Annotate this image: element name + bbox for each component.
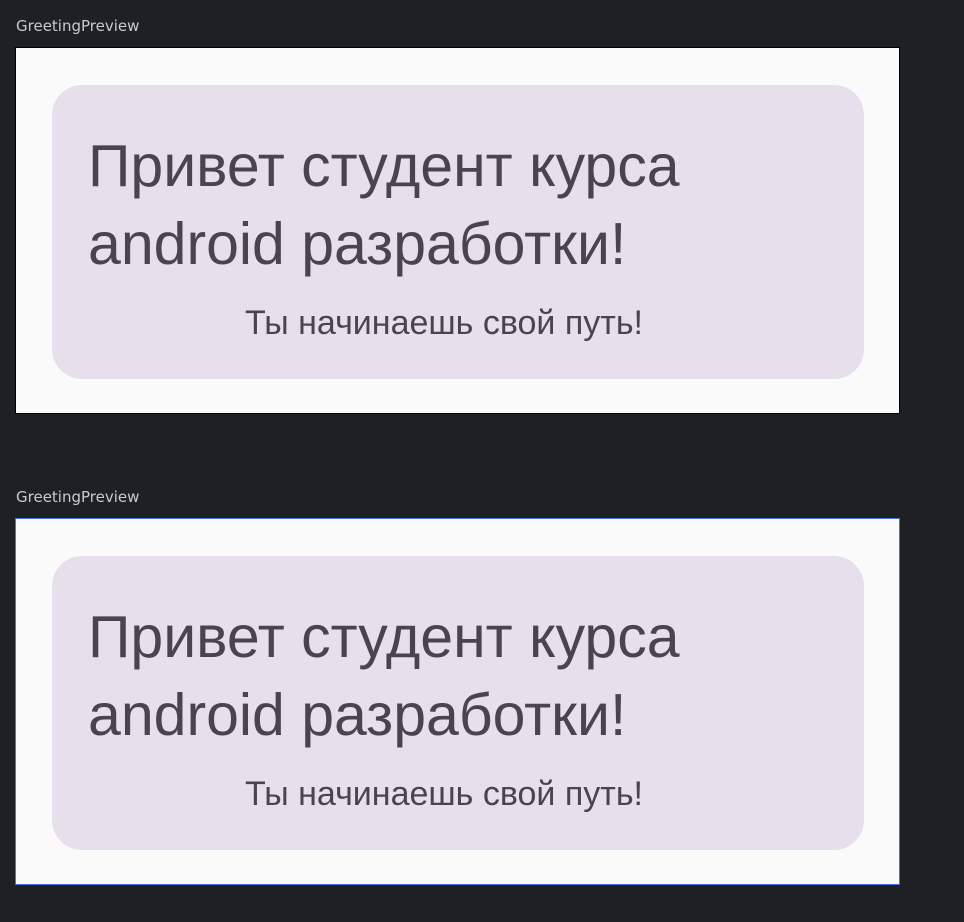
preview-frame-selected[interactable]: Привет студент курса android разработки!… [15, 518, 900, 885]
greeting-subtitle: Ты начинаешь свой путь! [245, 775, 644, 813]
greeting-title-line-2: android разработки! [88, 682, 627, 748]
greeting-card: Привет студент курса android разработки!… [52, 85, 864, 379]
greeting-title: Привет студент курса android разработки! [88, 127, 680, 283]
preview-frame[interactable]: Привет студент курса android разработки!… [15, 47, 900, 414]
greeting-subtitle: Ты начинаешь свой путь! [245, 304, 644, 342]
preview-label: GreetingPreview [16, 17, 140, 35]
preview-label: GreetingPreview [16, 488, 140, 506]
greeting-title: Привет студент курса android разработки! [88, 598, 680, 754]
greeting-title-line-2: android разработки! [88, 211, 627, 277]
greeting-title-line-1: Привет студент курса [88, 604, 680, 670]
greeting-title-line-1: Привет студент курса [88, 133, 680, 199]
greeting-card: Привет студент курса android разработки!… [52, 556, 864, 850]
